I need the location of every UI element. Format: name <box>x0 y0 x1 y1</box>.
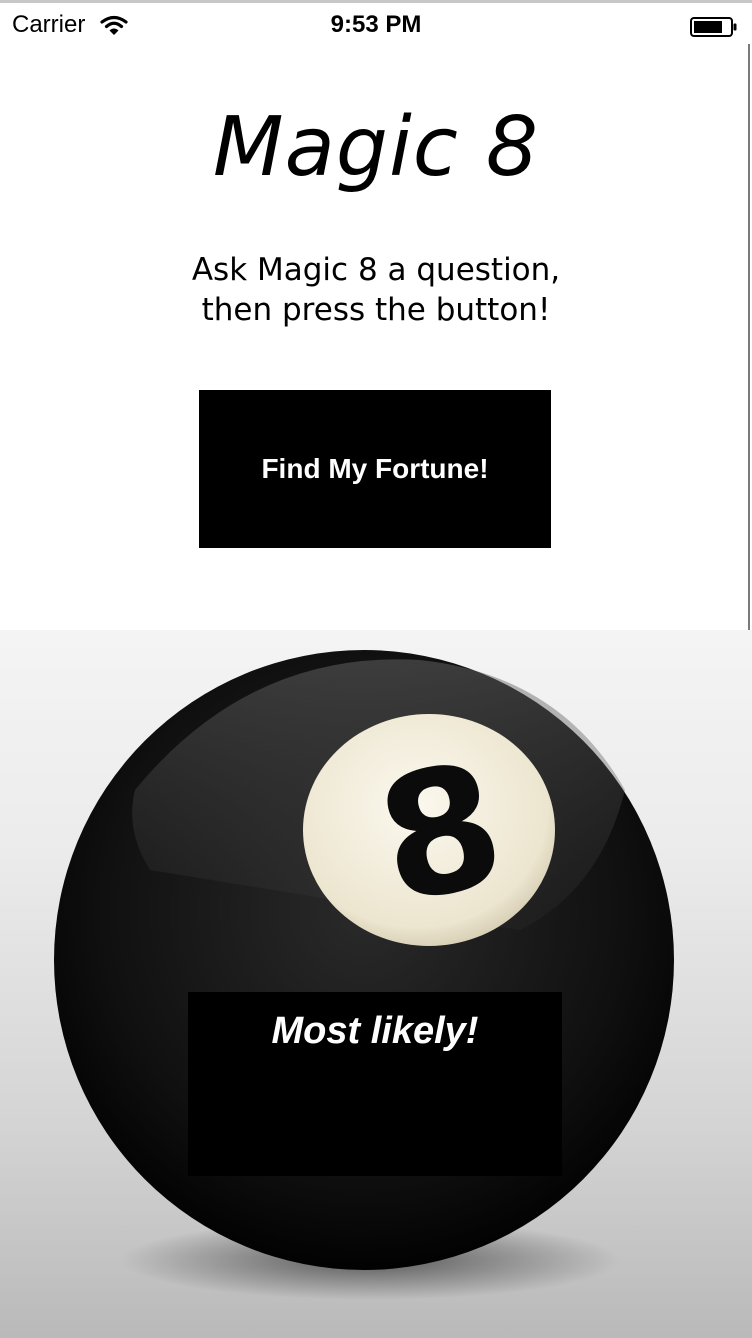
instructions-line-2: then press the button! <box>201 292 551 328</box>
status-bar: Carrier 9:53 PM <box>0 0 752 44</box>
instructions-line-1: Ask Magic 8 a question, <box>191 252 561 288</box>
find-my-fortune-button[interactable]: Find My Fortune! <box>199 390 551 548</box>
answer-display: Most likely! <box>188 992 562 1176</box>
status-time: 9:53 PM <box>330 11 422 38</box>
app-screen: Carrier 9:53 PM Magic 8 Ask Magic 8 a qu… <box>0 0 752 1338</box>
eight-ball-graphic: 8 <box>54 650 674 1300</box>
battery-icon <box>690 17 737 37</box>
magic-8-ball-image: 8 <box>0 630 752 1338</box>
app-title: Magic 8 <box>212 100 540 195</box>
answer-text: Most likely! <box>271 1010 479 1052</box>
